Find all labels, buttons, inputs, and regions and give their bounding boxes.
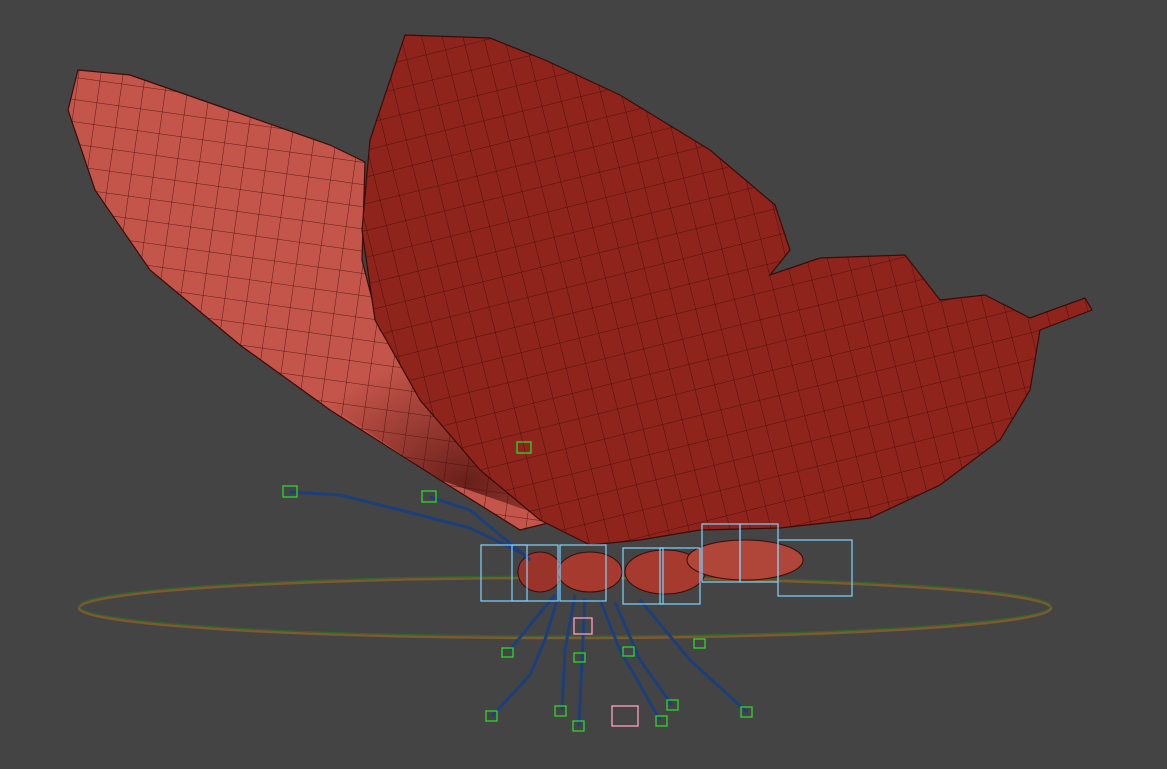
ground-circle[interactable] — [77, 576, 1053, 640]
3d-viewport[interactable] — [0, 0, 1167, 769]
viewport-canvas[interactable] — [0, 0, 1167, 769]
helper-icon[interactable] — [611, 705, 639, 727]
control-handle-icon[interactable] — [622, 646, 635, 657]
control-handle-icon[interactable] — [693, 638, 706, 649]
control-handle-icon[interactable] — [421, 490, 437, 503]
control-handle-icon[interactable] — [554, 705, 567, 717]
